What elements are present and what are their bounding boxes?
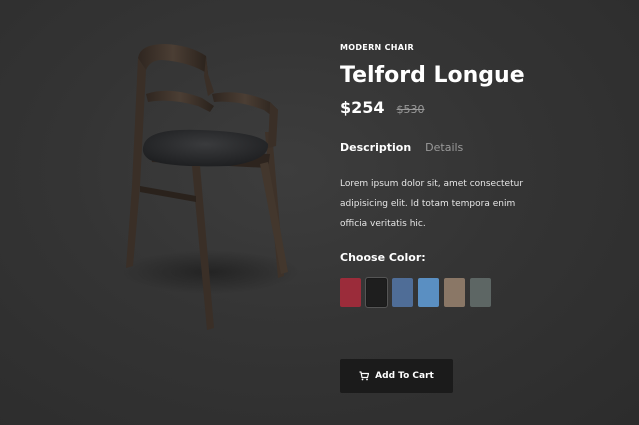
product-tabs: Description Details (340, 140, 600, 156)
swatch-grey-green[interactable] (470, 278, 491, 307)
swatch-tan[interactable] (444, 278, 465, 307)
swatch-black[interactable] (365, 277, 388, 308)
swatch-light-blue[interactable] (418, 278, 439, 307)
price-row: $254 $530 (340, 98, 600, 120)
color-swatches (340, 277, 600, 308)
product-description: Lorem ipsum dolor sit, amet consectetur … (340, 179, 524, 229)
add-to-cart-button[interactable]: Add To Cart (340, 359, 453, 393)
tab-description[interactable]: Description (340, 140, 411, 156)
cart-icon (359, 371, 370, 381)
old-price: $530 (396, 103, 425, 116)
product-category: MODERN CHAIR (340, 43, 415, 52)
product-title: Telford Longue (340, 63, 525, 88)
product-details: MODERN CHAIR Telford Longue $254 $530 De… (340, 42, 600, 308)
chair-product-image (110, 36, 310, 336)
tab-details[interactable]: Details (425, 140, 463, 156)
swatch-red[interactable] (340, 278, 361, 307)
add-to-cart-label: Add To Cart (375, 371, 434, 381)
swatch-denim[interactable] (392, 278, 413, 307)
current-price: $254 (340, 98, 385, 117)
choose-color-label: Choose Color: (340, 251, 426, 264)
chair-illustration (120, 44, 300, 330)
